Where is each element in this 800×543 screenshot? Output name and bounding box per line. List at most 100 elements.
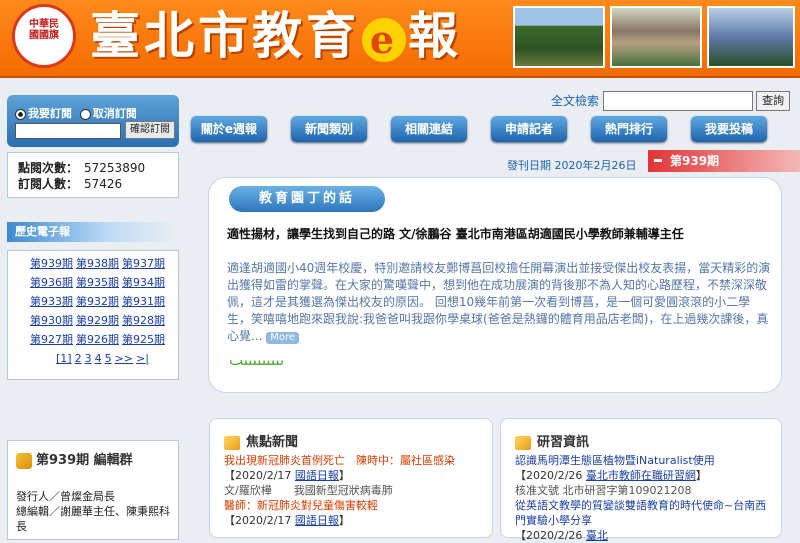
subscribe-box: 我要訂閱 取消訂閱 確認訂閱	[7, 95, 179, 147]
issue-link[interactable]: 第938期	[76, 255, 122, 274]
issue-link[interactable]: 第932期	[76, 293, 122, 312]
news-title-text: 焦點新聞	[246, 435, 299, 450]
learn-source-link[interactable]: 臺北	[586, 529, 608, 542]
news-meta: 【2020/2/17 國語日報】	[224, 513, 486, 528]
search-input[interactable]	[603, 91, 753, 111]
history-box: 第939期 第938期 第937期第936期 第935期 第934期第933期 第932期…	[7, 250, 179, 380]
nav-apply-reporter[interactable]: 申請記者	[491, 116, 567, 142]
learn-meta-date: 【2020/2/26	[515, 469, 586, 482]
editor-title: 第939期 編輯群	[16, 449, 133, 469]
pager-link[interactable]: >|	[136, 352, 149, 365]
subs-label: 訂閱人數：	[18, 177, 79, 191]
editor-lines: 發行人／曾燦金局長 總編輯／謝麗華主任、陳秉熙科 長	[16, 489, 170, 534]
news-panel-title: 焦點新聞	[224, 431, 298, 450]
subs-value: 57426	[84, 177, 123, 191]
sprouts-decoration: ٮٮٮٮٮٮٮٮٮٮ	[229, 351, 285, 369]
learn-meta-date: 【2020/2/26	[515, 529, 586, 542]
site-title-end: 報	[408, 6, 462, 65]
issue-link[interactable]: 第926期	[76, 331, 122, 350]
issue-link[interactable]: 第939期	[30, 255, 76, 274]
issue-link[interactable]: 第934期	[122, 274, 168, 293]
feature-body: 適逢胡適國小40週年校慶，特別邀請校友鄭博菖回校擔任開幕演出並接受傑出校友表揚，…	[227, 260, 772, 345]
feature-box: 教育園丁的話 適性揚材，讓學生找到自己的路 文/徐鵬谷 臺北市南港區胡適國民小學…	[208, 177, 782, 393]
subscribe-radio[interactable]	[15, 108, 26, 120]
monitor-icon	[224, 435, 240, 450]
nav-submit[interactable]: 我要投稿	[691, 116, 767, 142]
editor-line: 總編輯／謝麗華主任、陳秉熙科	[16, 505, 170, 518]
issue-link[interactable]: 第935期	[76, 274, 122, 293]
news-panel: 焦點新聞 我出現新冠肺炎首例死亡 陳時中：屬社區感染 【2020/2/17 國語…	[209, 418, 493, 538]
news-meta-date: 【2020/2/17	[224, 514, 295, 527]
cancel-label: 取消訂閱	[92, 107, 137, 120]
news-meta: 【2020/2/17 國語日報】	[224, 468, 486, 483]
pager-link[interactable]: [1]	[56, 352, 72, 365]
editor-line: 發行人／曾燦金局長	[16, 490, 115, 503]
site-title-main: 臺北市教育	[90, 6, 360, 65]
site-title: 臺北市教育 e 報	[90, 6, 462, 66]
learn-title-text: 研習資訊	[537, 435, 590, 450]
pager-link[interactable]: 5	[105, 352, 112, 365]
news-source-link[interactable]: 國語日報	[295, 514, 339, 527]
header-photo-bird	[707, 6, 795, 68]
logo-line: 中華民	[29, 19, 59, 30]
pager-link[interactable]: 3	[85, 352, 92, 365]
issue-link[interactable]: 第933期	[30, 293, 76, 312]
nav-links[interactable]: 相關連結	[391, 116, 467, 142]
history-pager: [1] 2 3 4 5 >> >|	[30, 352, 178, 365]
learn-meta: 【2020/2/26 臺北	[515, 528, 777, 543]
feature-title[interactable]: 適性揚材，讓學生找到自己的路 文/徐鵬谷 臺北市南港區胡適國民小學教師兼輔導主任	[227, 226, 767, 243]
issue-link[interactable]: 第929期	[76, 312, 122, 331]
nav-ranking[interactable]: 熱門排行	[591, 116, 667, 142]
history-title: 歷史電子報	[7, 222, 179, 242]
news-snippet: 文/羅欣樺 我國新型冠狀病毒肺	[224, 484, 393, 497]
pager-link[interactable]: 4	[95, 352, 102, 365]
issue-badge: 第939期	[648, 150, 800, 172]
stats-box: 點閱次數： 57253890 訂閱人數： 57426	[7, 152, 179, 198]
learn-snippet: 核准文號 北市研習字第109021208	[515, 484, 692, 497]
cancel-radio[interactable]	[79, 108, 91, 120]
learn-headline[interactable]: 認識馬明潭生態區植物暨iNaturalist使用	[515, 453, 777, 468]
issue-link[interactable]: 第937期	[122, 255, 168, 274]
learn-headline[interactable]: 從英語文教學的質變談雙語教育的時代使命~台南西門實驗小學分享	[515, 498, 777, 528]
feature-tag: 教育園丁的話	[229, 186, 385, 212]
views-value: 57253890	[84, 161, 146, 175]
feature-body-text: 適逢胡適國小40週年校慶，特別邀請校友鄭博菖回校擔任開幕演出並接受傑出校友表揚，…	[227, 261, 771, 343]
editor-title-text: 第939期 編輯群	[36, 453, 133, 468]
site-title-e: e	[362, 18, 406, 62]
pager-link[interactable]: 2	[75, 352, 82, 365]
confirm-subscribe-button[interactable]: 確認訂閱	[125, 121, 175, 139]
site-logo[interactable]: 中華民 國國旗	[12, 4, 76, 68]
news-headline[interactable]: 我出現新冠肺炎首例死亡 陳時中：屬社區感染	[224, 453, 486, 468]
views-label: 點閱次數：	[18, 161, 79, 175]
news-meta-date: 【2020/2/17	[224, 469, 295, 482]
issue-link[interactable]: 第927期	[30, 331, 76, 350]
news-meta-end: 】	[338, 469, 350, 482]
learn-meta-end: 】	[695, 469, 707, 482]
more-button[interactable]: More	[266, 332, 300, 344]
news-headline[interactable]: 醫師：新冠肺炎對兒童傷害較輕	[224, 498, 486, 513]
learn-source-link[interactable]: 臺北市教師在職研習網	[586, 469, 696, 482]
learn-panel-title: 研習資訊	[515, 431, 589, 450]
news-source-link[interactable]: 國語日報	[295, 469, 339, 482]
header-photo-building	[610, 6, 702, 68]
issue-link[interactable]: 第925期	[122, 331, 168, 350]
editor-box: 第939期 編輯群 發行人／曾燦金局長 總編輯／謝麗華主任、陳秉熙科 長	[7, 440, 179, 540]
subscribe-label: 我要訂閱	[28, 107, 72, 120]
logo-line: 國國旗	[29, 30, 59, 41]
email-input[interactable]	[15, 123, 121, 139]
search-row: 全文檢索 查詢	[551, 91, 790, 111]
nav-about[interactable]: 關於e週報	[191, 116, 267, 142]
issue-link[interactable]: 第930期	[30, 312, 76, 331]
site-header: 中華民 國國旗 臺北市教育 e 報	[0, 0, 800, 78]
editor-line: 長	[16, 520, 27, 533]
pager-link[interactable]: >>	[115, 352, 133, 365]
publish-date: 發刊日期 2020年2月26日	[507, 159, 637, 172]
issue-link[interactable]: 第936期	[30, 274, 76, 293]
search-button[interactable]: 查詢	[756, 91, 790, 111]
nav-news-category[interactable]: 新聞類別	[291, 116, 367, 142]
learn-meta: 【2020/2/26 臺北市教師在職研習網】	[515, 468, 777, 483]
monitor-icon	[515, 435, 531, 450]
issue-link[interactable]: 第928期	[122, 312, 168, 331]
issue-link[interactable]: 第931期	[122, 293, 168, 312]
issue-grid: 第939期 第938期 第937期第936期 第935期 第934期第933期 第932期…	[30, 255, 178, 350]
